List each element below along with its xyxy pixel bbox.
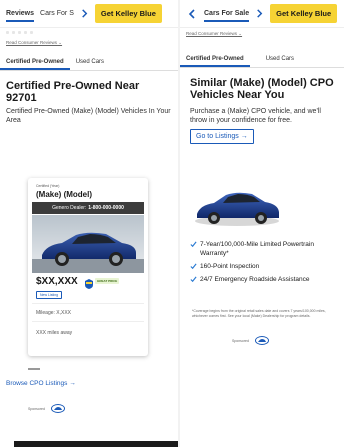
listing-subtabs: Certified Pre-Owned Used Cars xyxy=(180,52,344,68)
sponsor-row: Sponsored xyxy=(28,404,65,413)
sponsor-logo-icon[interactable] xyxy=(254,336,269,345)
bottom-dark-bar xyxy=(14,441,178,447)
checkmark-icon xyxy=(190,276,197,283)
subtab-certified-pre-owned[interactable]: Certified Pre-Owned xyxy=(180,52,250,67)
page-body-text: Purchase a (Make) CPO vehicle, and we'll… xyxy=(190,108,321,124)
benefits-list: 7-Year/100,000-Mile Limited Powertrain W… xyxy=(190,240,342,288)
tab-cars-for-sale[interactable]: Cars For S xyxy=(40,10,74,17)
subtab-used-cars[interactable]: Used Cars xyxy=(260,52,300,67)
make-model-label: (Make) (Model) xyxy=(36,190,92,199)
checkmark-icon xyxy=(190,263,197,270)
subtab-used-cars[interactable]: Used Cars xyxy=(70,55,110,70)
tab-reviews[interactable]: Reviews xyxy=(6,10,35,22)
kbb-shield-icon xyxy=(85,276,93,289)
tab-cars-for-sale[interactable]: Cars For Sale xyxy=(204,10,250,22)
sponsored-label: Sponsored xyxy=(232,338,249,343)
card-divider xyxy=(32,321,144,322)
dealer-prefix: Genero Dealer: xyxy=(52,205,87,211)
car-photo[interactable] xyxy=(32,215,144,273)
checkmark-icon xyxy=(190,241,197,248)
vehicle-listing-card[interactable]: Certified (Year) (Make) (Model) Genero D… xyxy=(28,178,148,356)
sponsor-logo-icon[interactable] xyxy=(50,404,65,413)
list-item: 24/7 Emergency Roadside Assistance xyxy=(190,275,342,284)
read-consumer-reviews-link[interactable]: Read Consumer Reviews ⌄ xyxy=(180,28,344,40)
get-kbb-button[interactable]: Get Kelley Blue xyxy=(270,4,338,23)
right-phone-screen: Cars For Sale Get Kelley Blue Read Consu… xyxy=(180,0,344,447)
page-heading: Certified Pre-Owned Near 92701 xyxy=(6,80,140,104)
page-subheading: Certified Pre-Owned (Make) (Model) Vehic… xyxy=(6,108,171,124)
sponsor-row: Sponsored xyxy=(232,336,269,345)
listing-subtabs: Certified Pre-Owned Used Cars xyxy=(0,55,178,71)
certified-year-label: Certified (Year) xyxy=(36,184,60,188)
distance-text: XXX miles away xyxy=(36,330,73,336)
rating-stars-faded xyxy=(0,28,178,37)
great-price-badge: GREAT PRICE xyxy=(95,278,120,284)
page-heading: Similar (Make) (Model) CPO Vehicles Near… xyxy=(190,77,334,101)
card-divider xyxy=(32,303,144,304)
back-arrow-icon[interactable] xyxy=(186,8,198,20)
browse-cpo-listings-link[interactable]: Browse CPO Listings → xyxy=(6,380,76,387)
list-item: 7-Year/100,000-Mile Limited Powertrain W… xyxy=(190,240,342,258)
mileage-text: Mileage: X,XXX xyxy=(36,310,72,316)
go-to-listings-button[interactable]: Go to Listings → xyxy=(190,129,254,144)
carousel-indicator[interactable] xyxy=(28,368,40,370)
fine-print: *Coverage begins from the original retai… xyxy=(192,309,326,318)
listing-price: $XX,XXX xyxy=(36,276,78,287)
top-nav: Cars For Sale Get Kelley Blue xyxy=(180,0,344,28)
dealer-banner[interactable]: Genero Dealer: 1-800-000-0000 xyxy=(32,202,144,214)
top-nav: Reviews Cars For S Get Kelley Blue xyxy=(0,0,178,28)
list-item: 160-Point Inspection xyxy=(190,262,342,271)
left-phone-screen: Reviews Cars For S Get Kelley Blue Read … xyxy=(0,0,178,447)
read-consumer-reviews-link[interactable]: Read Consumer Reviews ⌄ xyxy=(0,37,178,49)
sponsored-label: Sponsored xyxy=(28,406,45,411)
car-photo xyxy=(192,181,282,227)
new-listing-tag: New Listing xyxy=(36,291,63,299)
subtab-certified-pre-owned[interactable]: Certified Pre-Owned xyxy=(0,55,70,70)
chevron-right-icon[interactable] xyxy=(80,9,89,18)
get-kbb-button[interactable]: Get Kelley Blue xyxy=(94,4,162,23)
chevron-right-icon[interactable] xyxy=(255,9,264,18)
dealer-phone: 1-800-000-0000 xyxy=(88,205,124,211)
